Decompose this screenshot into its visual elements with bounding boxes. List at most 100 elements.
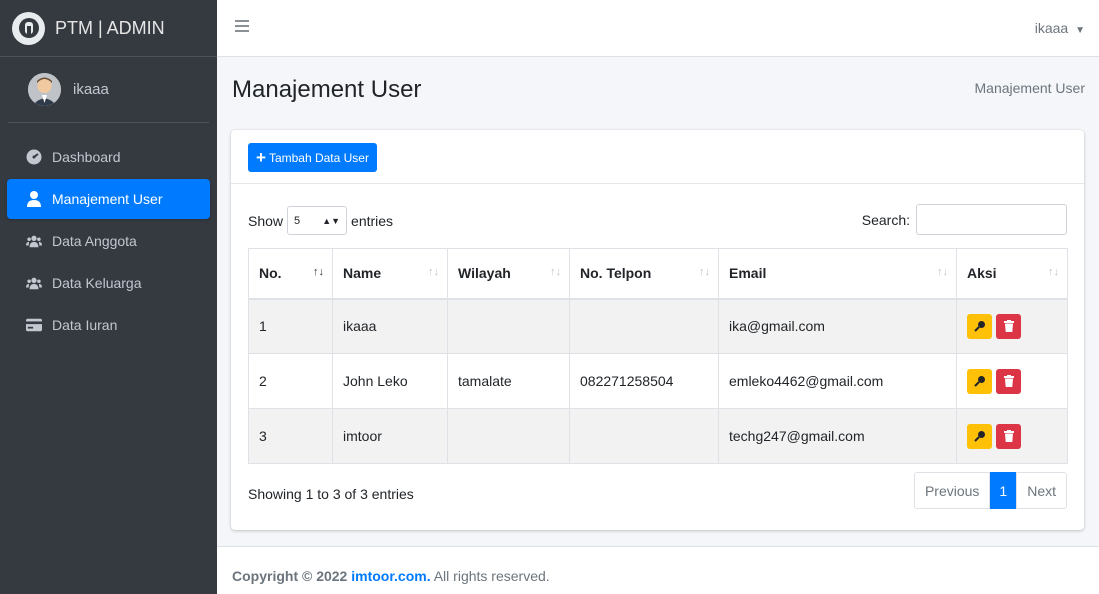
cell-email: ika@gmail.com bbox=[718, 298, 957, 354]
column-header-no-telpon[interactable]: No. Telpon ↑↓ bbox=[569, 248, 719, 300]
user-dropdown[interactable]: ikaaa ▼ bbox=[1035, 20, 1085, 36]
cell-no: 2 bbox=[248, 353, 333, 409]
sort-asc-icon: ↑↓ bbox=[313, 266, 324, 278]
cell-aksi bbox=[956, 408, 1068, 464]
users-icon bbox=[26, 233, 42, 249]
sidebar: PTM | ADMIN ikaaa Dashboard Manajement U… bbox=[0, 0, 217, 594]
top-navbar: ikaaa ▼ bbox=[217, 0, 1099, 57]
table-row: 2 John Leko tamalate 082271258504 emleko… bbox=[248, 353, 1068, 409]
sidebar-nav: Dashboard Manajement User Data Anggota D… bbox=[0, 123, 217, 345]
users-icon bbox=[26, 275, 42, 291]
show-label: Show bbox=[248, 212, 284, 229]
table-header-row: No. ↑↓ Name ↑↓ Wilayah ↑↓ No. Telpon ↑↓ Emai… bbox=[248, 248, 1068, 300]
delete-button[interactable] bbox=[996, 368, 1021, 394]
column-header-label: No. Telpon bbox=[580, 265, 652, 282]
cell-email: emleko4462@gmail.com bbox=[718, 353, 957, 409]
user-card: + Tambah Data User Show 5 ▲▼ entries Sea… bbox=[231, 130, 1084, 530]
key-icon bbox=[973, 376, 985, 387]
entries-select-value: 5 bbox=[294, 214, 301, 227]
user-dropdown-label: ikaaa bbox=[1034, 20, 1069, 36]
trash-icon bbox=[1003, 430, 1014, 442]
add-user-label: Tambah Data User bbox=[268, 150, 369, 165]
sort-icon: ↑↓ bbox=[550, 266, 561, 278]
sort-icon: ↑↓ bbox=[1048, 266, 1059, 278]
search-label: Search: bbox=[861, 211, 910, 228]
entries-length-control: Show 5 ▲▼ entries bbox=[248, 206, 393, 235]
pagination: Previous 1 Next bbox=[913, 472, 1067, 509]
footer-link[interactable]: imtoor.com. bbox=[351, 568, 430, 584]
reset-password-button[interactable] bbox=[967, 368, 992, 394]
table-info: Showing 1 to 3 of 3 entries bbox=[248, 486, 414, 502]
user-panel[interactable]: ikaaa bbox=[8, 57, 209, 123]
sidebar-item-label: Manajement User bbox=[52, 191, 163, 207]
cell-no: 3 bbox=[248, 408, 333, 464]
menu-toggle-icon[interactable] bbox=[235, 20, 249, 34]
column-header-label: Name bbox=[343, 265, 382, 282]
brand-logo-icon bbox=[12, 11, 45, 45]
plus-icon: + bbox=[256, 148, 266, 167]
sort-icon: ↑↓ bbox=[937, 266, 948, 278]
column-header-email[interactable]: Email ↑↓ bbox=[718, 248, 957, 300]
column-header-no[interactable]: No. ↑↓ bbox=[248, 248, 333, 300]
search-input[interactable] bbox=[916, 204, 1067, 235]
key-icon bbox=[973, 321, 985, 332]
column-header-label: Wilayah bbox=[458, 265, 511, 282]
dashboard-icon bbox=[26, 149, 42, 165]
card-header: + Tambah Data User bbox=[231, 130, 1084, 184]
sidebar-item-manajement-user[interactable]: Manajement User bbox=[7, 179, 210, 219]
cell-telpon bbox=[569, 408, 719, 464]
delete-button[interactable] bbox=[996, 313, 1021, 339]
cell-wilayah bbox=[447, 408, 570, 464]
sort-icon: ↑↓ bbox=[428, 266, 439, 278]
user-icon bbox=[26, 191, 42, 207]
sidebar-user-name: ikaaa bbox=[73, 81, 109, 98]
cell-telpon: 082271258504 bbox=[569, 353, 719, 409]
brand-text: PTM | ADMIN bbox=[55, 17, 165, 38]
cell-email: techg247@gmail.com bbox=[718, 408, 957, 464]
select-arrows-icon: ▲▼ bbox=[322, 215, 341, 226]
sidebar-item-data-keluarga[interactable]: Data Keluarga bbox=[7, 263, 210, 303]
footer-prefix: Copyright © 2022 bbox=[232, 568, 348, 584]
column-header-name[interactable]: Name ↑↓ bbox=[332, 248, 448, 300]
breadcrumb: Manajement User bbox=[974, 80, 1086, 96]
cell-name: John Leko bbox=[332, 353, 448, 409]
sidebar-item-label: Dashboard bbox=[52, 149, 121, 165]
cell-name: imtoor bbox=[332, 408, 448, 464]
cell-aksi bbox=[956, 298, 1068, 354]
previous-page-button[interactable]: Previous bbox=[913, 472, 991, 509]
search-control: Search: bbox=[862, 204, 1067, 235]
cell-wilayah: tamalate bbox=[447, 353, 570, 409]
trash-icon bbox=[1003, 320, 1014, 333]
sidebar-item-label: Data Anggota bbox=[52, 233, 137, 249]
brand-link[interactable]: PTM | ADMIN bbox=[0, 0, 217, 57]
sort-icon: ↑↓ bbox=[699, 266, 710, 278]
user-table: No. ↑↓ Name ↑↓ Wilayah ↑↓ No. Telpon ↑↓ Emai… bbox=[248, 248, 1068, 464]
sidebar-item-label: Data Keluarga bbox=[52, 275, 142, 291]
cell-wilayah bbox=[447, 298, 570, 354]
column-header-wilayah[interactable]: Wilayah ↑↓ bbox=[447, 248, 570, 300]
cell-no: 1 bbox=[248, 298, 333, 354]
sidebar-item-dashboard[interactable]: Dashboard bbox=[7, 137, 210, 177]
cell-name: ikaaa bbox=[332, 298, 448, 354]
reset-password-button[interactable] bbox=[967, 313, 992, 339]
next-page-button[interactable]: Next bbox=[1016, 472, 1067, 509]
cell-telpon bbox=[569, 298, 719, 354]
column-header-label: No. bbox=[259, 265, 282, 282]
table-row: 1 ikaaa ika@gmail.com bbox=[248, 298, 1068, 354]
reset-password-button[interactable] bbox=[967, 423, 992, 449]
trash-icon bbox=[1003, 375, 1014, 387]
add-user-button[interactable]: + Tambah Data User bbox=[248, 143, 377, 172]
sidebar-item-data-anggota[interactable]: Data Anggota bbox=[7, 221, 210, 261]
column-header-label: Aksi bbox=[967, 265, 997, 282]
entries-label: entries bbox=[351, 212, 394, 229]
column-header-label: Email bbox=[729, 265, 767, 282]
cell-aksi bbox=[956, 353, 1068, 409]
key-icon bbox=[973, 431, 985, 442]
sidebar-item-data-iuran[interactable]: Data Iuran bbox=[7, 305, 210, 345]
entries-select[interactable]: 5 ▲▼ bbox=[287, 206, 348, 235]
delete-button[interactable] bbox=[996, 423, 1021, 449]
column-header-aksi[interactable]: Aksi ↑↓ bbox=[956, 248, 1068, 300]
caret-down-icon: ▼ bbox=[1075, 25, 1085, 36]
card-icon bbox=[26, 317, 42, 333]
page-button-current[interactable]: 1 bbox=[990, 472, 1017, 509]
